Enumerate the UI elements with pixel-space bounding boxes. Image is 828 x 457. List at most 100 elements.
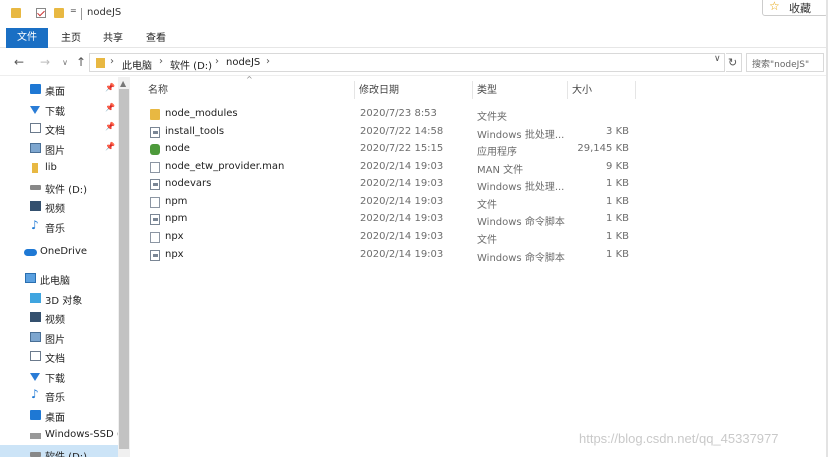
- address-bar[interactable]: › 此电脑 › 软件 (D:) › nodeJS ›: [89, 53, 725, 72]
- ribbon-tabs: 文件 主页 共享 查看: [0, 26, 828, 48]
- nav-item-music[interactable]: ♪ 音乐: [0, 217, 118, 235]
- nav-item-label: 音乐: [45, 393, 65, 404]
- chevron-right-icon[interactable]: ›: [215, 56, 219, 67]
- folder-icon: [150, 109, 160, 120]
- nav-item-label: 桌面: [45, 413, 65, 424]
- file-name: nodevars: [165, 178, 212, 189]
- file-name: npm: [165, 213, 188, 224]
- file-icon: [150, 197, 160, 208]
- pin-icon: 📌: [105, 103, 115, 112]
- sort-caret-icon: ^: [246, 75, 253, 84]
- column-header-date[interactable]: 修改日期: [359, 81, 399, 101]
- chevron-right-icon[interactable]: ›: [159, 56, 163, 67]
- file-row[interactable]: npm 2020/2/14 19:03 文件 1 KB: [140, 194, 640, 211]
- file-size: 9 KB: [606, 161, 629, 172]
- tab-view[interactable]: 查看: [143, 29, 169, 48]
- explorer-window: = nodeJS ☆ 收藏 文件 主页 共享 查看 ← → ∨ ↑ › 此电脑 …: [0, 0, 828, 457]
- folder-icon[interactable]: [11, 8, 21, 18]
- nav-item-documents-2[interactable]: 文档: [0, 347, 118, 365]
- file-size: 1 KB: [606, 231, 629, 242]
- forward-arrow-icon[interactable]: →: [38, 55, 52, 69]
- folder-icon: [32, 163, 38, 173]
- nav-item-desktop-2[interactable]: 桌面: [0, 406, 118, 424]
- nav-item-lib[interactable]: lib: [0, 159, 118, 177]
- column-divider[interactable]: [567, 81, 568, 99]
- breadcrumb-nodejs[interactable]: nodeJS: [226, 57, 260, 68]
- file-row[interactable]: node_modules 2020/7/23 8:53 文件夹: [140, 106, 640, 123]
- nav-item-this-pc[interactable]: 此电脑: [0, 269, 118, 287]
- recent-locations-icon[interactable]: ∨: [58, 58, 72, 67]
- scroll-up-icon[interactable]: ▲: [120, 79, 126, 88]
- file-row[interactable]: npm 2020/2/14 19:03 Windows 命令脚本 1 KB: [140, 211, 640, 228]
- nav-item-label: 软件 (D:): [45, 185, 88, 196]
- this-pc-icon: [25, 273, 36, 283]
- file-type: Windows 命令脚本: [477, 253, 565, 264]
- column-header-size[interactable]: 大小: [572, 81, 592, 101]
- file-type: 文件: [477, 200, 497, 211]
- tab-home[interactable]: 主页: [58, 29, 84, 48]
- file-row[interactable]: nodevars 2020/2/14 19:03 Windows 批处理... …: [140, 176, 640, 193]
- nav-item-label: 文档: [45, 354, 65, 365]
- file-row[interactable]: node_etw_provider.man 2020/2/14 19:03 MA…: [140, 159, 640, 176]
- column-divider[interactable]: [635, 81, 636, 99]
- properties-icon[interactable]: [36, 8, 46, 18]
- nav-item-downloads-2[interactable]: 下载: [0, 367, 118, 385]
- navigation-pane: 桌面 📌 下载 📌 文档 📌 图片 📌 lib 软件 (D:) 视频 ♪ 音乐 …: [0, 77, 118, 457]
- up-arrow-icon[interactable]: ↑: [74, 55, 88, 69]
- file-name: npm: [165, 196, 188, 207]
- search-input[interactable]: 搜索"nodeJS": [746, 53, 824, 72]
- nav-item-downloads[interactable]: 下载 📌: [0, 100, 118, 118]
- navigation-pane-scrollbar[interactable]: ▲: [118, 77, 130, 457]
- scroll-thumb[interactable]: [119, 89, 129, 449]
- file-name: node_modules: [165, 108, 238, 119]
- nav-item-pictures-2[interactable]: 图片: [0, 328, 118, 346]
- nav-item-label: 图片: [45, 335, 65, 346]
- nav-item-windows-ssd[interactable]: Windows-SSD (: [0, 426, 118, 444]
- chevron-right-icon[interactable]: ›: [110, 56, 114, 67]
- column-divider[interactable]: [354, 81, 355, 99]
- back-arrow-icon[interactable]: ←: [12, 55, 26, 69]
- chevron-down-icon[interactable]: ∨: [714, 54, 721, 64]
- batch-file-icon: [150, 179, 160, 190]
- file-type: Windows 批处理...: [477, 130, 565, 141]
- nav-item-onedrive[interactable]: OneDrive: [0, 243, 118, 261]
- chevron-right-icon[interactable]: ›: [266, 56, 270, 67]
- nav-item-documents[interactable]: 文档 📌: [0, 119, 118, 137]
- quick-access-dropdown[interactable]: =: [70, 6, 77, 15]
- nav-item-pictures[interactable]: 图片 📌: [0, 139, 118, 157]
- favorite-button[interactable]: ☆ 收藏: [762, 0, 828, 16]
- file-row[interactable]: node 2020/7/22 15:15 应用程序 29,145 KB: [140, 141, 640, 158]
- ssd-drive-icon: [30, 433, 41, 439]
- file-row[interactable]: npx 2020/2/14 19:03 Windows 命令脚本 1 KB: [140, 247, 640, 264]
- file-size: 29,145 KB: [577, 143, 629, 154]
- column-header-name[interactable]: 名称: [148, 81, 168, 101]
- breadcrumb-drive-d[interactable]: 软件 (D:): [170, 57, 212, 72]
- breadcrumb-this-pc[interactable]: 此电脑: [122, 57, 152, 72]
- file-name: node: [165, 143, 190, 154]
- column-header-type[interactable]: 类型: [477, 81, 497, 101]
- file-type: 文件: [477, 235, 497, 246]
- drive-icon: [30, 452, 41, 457]
- nav-item-videos-2[interactable]: 视频: [0, 308, 118, 326]
- star-icon: ☆: [769, 0, 780, 13]
- nav-item-3d-objects[interactable]: 3D 对象: [0, 289, 118, 307]
- column-divider[interactable]: [472, 81, 473, 99]
- onedrive-icon: [24, 249, 37, 256]
- refresh-button[interactable]: ↻: [726, 53, 742, 72]
- new-folder-icon[interactable]: [54, 8, 64, 18]
- nav-item-videos[interactable]: 视频: [0, 197, 118, 215]
- nav-item-label: OneDrive: [40, 246, 88, 257]
- tab-share[interactable]: 共享: [100, 29, 126, 48]
- file-size: 1 KB: [606, 196, 629, 207]
- nav-item-music-2[interactable]: ♪ 音乐: [0, 386, 118, 404]
- tab-file[interactable]: 文件: [6, 28, 48, 48]
- nav-item-drive-d[interactable]: 软件 (D:): [0, 178, 118, 196]
- nav-item-drive-d-2[interactable]: 软件 (D:): [0, 445, 118, 457]
- refresh-icon: ↻: [728, 56, 738, 69]
- nav-item-desktop[interactable]: 桌面 📌: [0, 80, 118, 98]
- file-row[interactable]: npx 2020/2/14 19:03 文件 1 KB: [140, 229, 640, 246]
- nav-item-label: 桌面: [45, 87, 65, 98]
- file-date: 2020/2/14 19:03: [360, 231, 444, 242]
- nav-item-label: 软件 (D:): [45, 448, 87, 457]
- file-row[interactable]: install_tools 2020/7/22 14:58 Windows 批处…: [140, 124, 640, 141]
